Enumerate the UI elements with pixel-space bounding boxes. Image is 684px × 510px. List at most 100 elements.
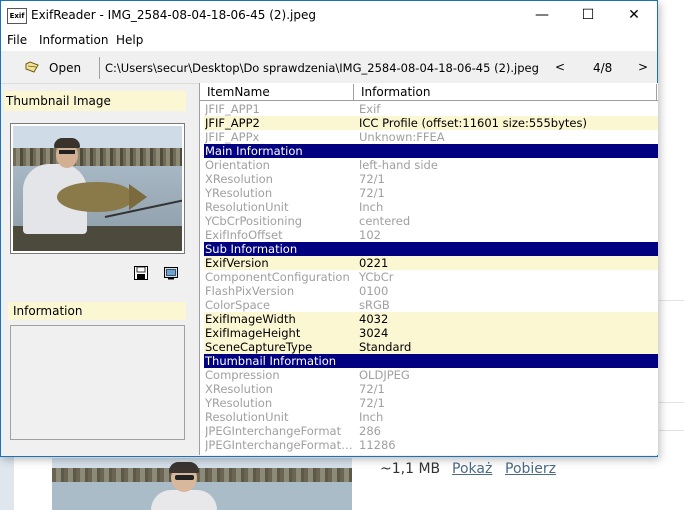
thumbnail-header: Thumbnail Image [4, 91, 186, 111]
previous-image-button[interactable]: < [555, 60, 565, 74]
menu-file[interactable]: File [7, 33, 27, 47]
item-name-cell: XResolution [205, 382, 273, 396]
folder-open-icon [25, 61, 39, 73]
menu-information[interactable]: Information [39, 33, 108, 47]
table-row[interactable]: JFIF_APP2 ICC Profile (offset:11601 size:… [204, 116, 658, 130]
table-row[interactable]: ResolutionUnit Inch [204, 410, 658, 424]
table-row[interactable]: FlashPixVersion 0100 [204, 284, 658, 298]
window-title: ExifReader - IMG_2584-08-04-18-06-45 (2)… [31, 8, 316, 22]
information-cell: 72/1 [359, 186, 385, 200]
exifreader-window: Exif ExifReader - IMG_2584-08-04-18-06-4… [0, 0, 658, 457]
app-icon[interactable]: Exif [7, 8, 27, 24]
show-link[interactable]: Pokaż [452, 461, 492, 477]
column-header-itemname[interactable]: ItemName [200, 84, 354, 100]
information-cell: Inch [359, 410, 384, 424]
item-name-cell: ResolutionUnit [205, 410, 289, 424]
table-row[interactable]: JPEGInterchangeFormatLen... 11286 [204, 438, 658, 452]
table-row[interactable]: YResolution 72/1 [204, 396, 658, 410]
information-cell: Inch [359, 200, 384, 214]
item-name-cell: ColorSpace [205, 298, 271, 312]
title-bar[interactable]: Exif ExifReader - IMG_2584-08-04-18-06-4… [1, 1, 657, 30]
item-name-cell: FlashPixVersion [205, 284, 295, 298]
table-row[interactable]: XResolution 72/1 [204, 172, 658, 186]
menu-bar: File Information Help [1, 30, 657, 51]
background-photo[interactable] [52, 458, 352, 510]
item-name-cell: ResolutionUnit [205, 200, 289, 214]
menu-help[interactable]: Help [116, 33, 143, 47]
item-name-cell: JPEGInterchangeFormatLen... [205, 438, 355, 452]
item-name-cell: Thumbnail Information [205, 354, 337, 368]
information-cell: 0100 [359, 284, 389, 298]
next-image-button[interactable]: > [638, 60, 648, 74]
item-name-cell: Compression [205, 368, 280, 382]
item-name-cell: ExifImageHeight [205, 326, 301, 340]
information-cell: left-hand side [359, 158, 438, 172]
information-cell: Exif [359, 102, 381, 116]
item-name-cell: Sub Information [205, 242, 298, 256]
section-row[interactable]: Thumbnail Information [204, 354, 658, 368]
information-header: Information [8, 302, 186, 320]
table-body: JFIF_APP1 Exif JFIF_APP2 ICC Profile (offse… [204, 102, 658, 452]
table-row[interactable]: ResolutionUnit Inch [204, 200, 658, 214]
table-row[interactable]: YResolution 72/1 [204, 186, 658, 200]
item-name-cell: ExifImageWidth [205, 312, 296, 326]
monitor-icon[interactable] [164, 266, 178, 280]
information-cell: 3024 [359, 326, 389, 340]
background-right-area [659, 0, 684, 510]
item-name-cell: YResolution [205, 186, 273, 200]
thumbnail-frame [10, 123, 185, 254]
column-header-information[interactable]: Information [354, 84, 657, 100]
item-name-cell: ExifVersion [205, 256, 269, 270]
exif-table[interactable]: ItemName Information JFIF_APP1 Exif JFIF_A… [199, 83, 658, 455]
item-name-cell: XResolution [205, 172, 273, 186]
table-row[interactable]: ExifVersion 0221 [204, 256, 658, 270]
table-row[interactable]: JFIF_APP1 Exif [204, 102, 658, 116]
toolbar: Open C:\Users\secur\Desktop\Do sprawdzen… [1, 53, 657, 84]
information-cell: 4032 [359, 312, 389, 326]
thumbnail-image [13, 126, 182, 251]
file-path: C:\Users\secur\Desktop\Do sprawdzenia\IM… [105, 61, 539, 75]
item-name-cell: Main Information [205, 144, 303, 158]
item-name-cell: SceneCaptureType [205, 340, 313, 354]
maximize-button[interactable]: ☐ [565, 1, 611, 30]
table-row[interactable]: ExifImageHeight 3024 [204, 326, 658, 340]
information-cell: Unknown:FFEA [359, 130, 445, 144]
table-row[interactable]: XResolution 72/1 [204, 382, 658, 396]
information-cell: YCbCr [359, 270, 394, 284]
information-cell: ICC Profile (offset:11601 size:555bytes) [359, 116, 587, 130]
download-link[interactable]: Pobierz [505, 461, 556, 477]
open-label: Open [49, 61, 82, 75]
table-row[interactable]: ColorSpace sRGB [204, 298, 658, 312]
table-row[interactable]: ExifInfoOffset 102 [204, 228, 658, 242]
table-row[interactable]: YCbCrPositioning centered [204, 214, 658, 228]
information-cell: 0221 [359, 256, 389, 270]
information-box[interactable] [10, 325, 185, 440]
image-counter: 4/8 [593, 61, 613, 75]
item-name-cell: YCbCrPositioning [205, 214, 303, 228]
item-name-cell: ExifInfoOffset [205, 228, 283, 242]
information-cell: 72/1 [359, 396, 385, 410]
information-cell: 72/1 [359, 382, 385, 396]
item-name-cell: JFIF_APP2 [205, 116, 260, 130]
information-cell: 11286 [359, 438, 396, 452]
section-row[interactable]: Sub Information [204, 242, 658, 256]
table-row[interactable]: Compression OLDJPEG [204, 368, 658, 382]
file-size-label: ~1,1 MB [380, 461, 441, 477]
close-button[interactable]: ✕ [611, 1, 657, 30]
table-row[interactable]: ExifImageWidth 4032 [204, 312, 658, 326]
table-row[interactable]: SceneCaptureType Standard [204, 340, 658, 354]
information-cell: OLDJPEG [359, 368, 410, 382]
item-name-cell: JFIF_APP1 [205, 102, 260, 116]
minimize-button[interactable]: — [519, 1, 565, 30]
item-name-cell: YResolution [205, 396, 273, 410]
information-cell: 102 [359, 228, 381, 242]
table-row[interactable]: ComponentConfiguration YCbCr [204, 270, 658, 284]
information-cell: 286 [359, 424, 381, 438]
save-icon[interactable] [134, 266, 148, 280]
table-row[interactable]: JPEGInterchangeFormat 286 [204, 424, 658, 438]
item-name-cell: ComponentConfiguration [205, 270, 350, 284]
table-row[interactable]: JFIF_APPx Unknown:FFEA [204, 130, 658, 144]
information-cell: 72/1 [359, 172, 385, 186]
table-row[interactable]: Orientation left-hand side [204, 158, 658, 172]
section-row[interactable]: Main Information [204, 144, 658, 158]
